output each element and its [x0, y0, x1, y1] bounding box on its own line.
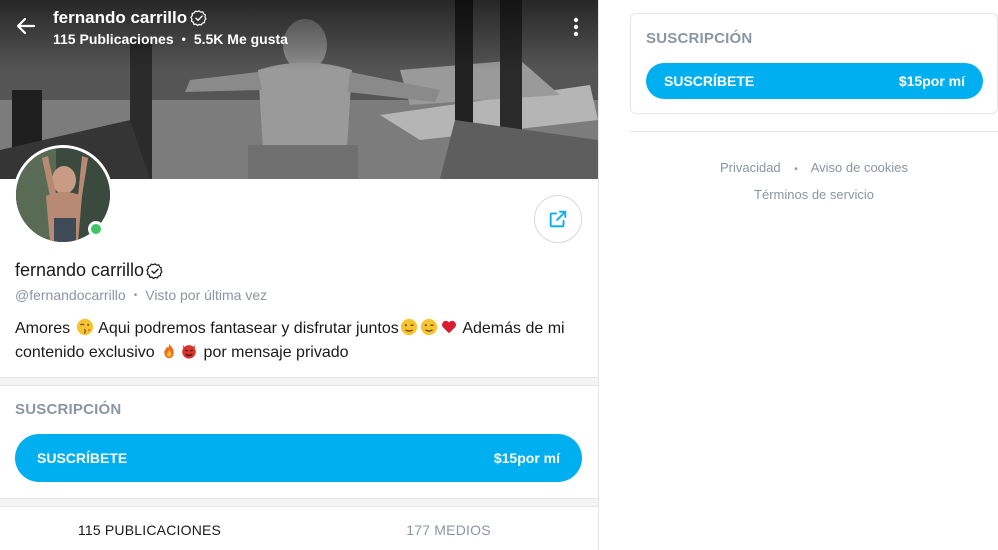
content-tabs: 115 PUBLICACIONES 177 MEDIOS — [0, 509, 598, 550]
profile-bio: Amores Aqui podremos fantasear y disfrut… — [15, 317, 585, 365]
share-icon — [549, 210, 567, 228]
profile-column: fernando carrillo 115 Publicaciones • 5.… — [0, 0, 599, 550]
subline-separator: • — [133, 289, 138, 301]
kissing-face-emoji-icon — [76, 318, 93, 336]
sidebar-subscribe-button[interactable]: SUSCRÍBETE $15por mí — [646, 63, 983, 99]
bio-text-4: contenido exclusivo — [15, 344, 155, 361]
sidebar-subscription-card: SUSCRIPCIÓN SUSCRÍBETE $15por mí — [630, 13, 998, 114]
likes-count: 5.5K Me gusta — [193, 31, 288, 47]
posts-count: 115 Publicaciones — [53, 31, 174, 47]
winking-face-emoji-icon — [420, 318, 437, 336]
section-divider — [0, 498, 598, 507]
subscribe-button[interactable]: SUSCRÍBETE $15por mí — [15, 434, 582, 482]
subscription-title: SUSCRIPCIÓN — [15, 401, 122, 418]
profile-handle[interactable]: @fernandocarrillo — [15, 287, 126, 303]
profile-name: fernando carrillo — [15, 260, 145, 280]
bio-text-5: por mensaje privado — [203, 344, 349, 361]
stats-separator: • — [181, 32, 186, 46]
page: fernando carrillo 115 Publicaciones • 5.… — [0, 0, 998, 550]
tab-posts[interactable]: 115 PUBLICACIONES — [0, 509, 299, 550]
footer-links: Privacidad • Aviso de cookies Términos d… — [630, 155, 998, 207]
footer-row-1: Privacidad • Aviso de cookies — [630, 155, 998, 182]
section-divider — [0, 377, 598, 386]
subscribe-price: $15por mí — [493, 450, 560, 466]
header-name-row: fernando carrillo — [53, 8, 208, 28]
more-options-button[interactable] — [566, 14, 586, 40]
subscribe-button-label: SUSCRÍBETE — [37, 450, 128, 466]
header-stats: 115 Publicaciones • 5.5K Me gusta — [53, 31, 288, 47]
verified-check-icon — [146, 262, 163, 279]
privacy-link[interactable]: Privacidad — [720, 160, 781, 175]
terms-link[interactable]: Términos de servicio — [754, 187, 874, 202]
cookies-link[interactable]: Aviso de cookies — [811, 160, 908, 175]
fire-emoji-icon — [164, 343, 174, 359]
sidebar-subscribe-price: $15por mí — [898, 73, 965, 89]
bio-text-3: Además de mi — [462, 320, 565, 337]
sidebar-divider — [630, 131, 998, 132]
profile-header-bar: fernando carrillo 115 Publicaciones • 5.… — [0, 0, 598, 56]
tab-media[interactable]: 177 MEDIOS — [299, 509, 598, 550]
devil-face-emoji-icon — [182, 344, 196, 359]
sidebar-subscribe-button-label: SUSCRÍBETE — [664, 73, 755, 89]
profile-subline: @fernandocarrillo • Visto por última vez — [15, 287, 267, 303]
winking-face-emoji-icon — [400, 318, 417, 336]
sidebar-subscription-title: SUSCRIPCIÓN — [646, 30, 753, 47]
online-status-indicator — [88, 221, 104, 237]
vertical-dots-icon — [573, 17, 579, 37]
header-name: fernando carrillo — [53, 8, 188, 27]
red-heart-emoji-icon — [441, 320, 456, 334]
bio-text-1: Amores — [15, 320, 71, 337]
last-seen-status: Visto por última vez — [145, 287, 268, 303]
bio-text-2: Aqui podremos fantasear y disfrutar junt… — [98, 320, 399, 337]
verified-check-icon — [190, 10, 207, 27]
footer-row-2: Términos de servicio — [630, 182, 998, 207]
arrow-left-icon — [16, 17, 36, 35]
back-button[interactable] — [12, 12, 40, 40]
footer-separator: • — [794, 164, 798, 175]
profile-name-row: fernando carrillo — [15, 260, 164, 281]
share-button[interactable] — [534, 195, 582, 243]
